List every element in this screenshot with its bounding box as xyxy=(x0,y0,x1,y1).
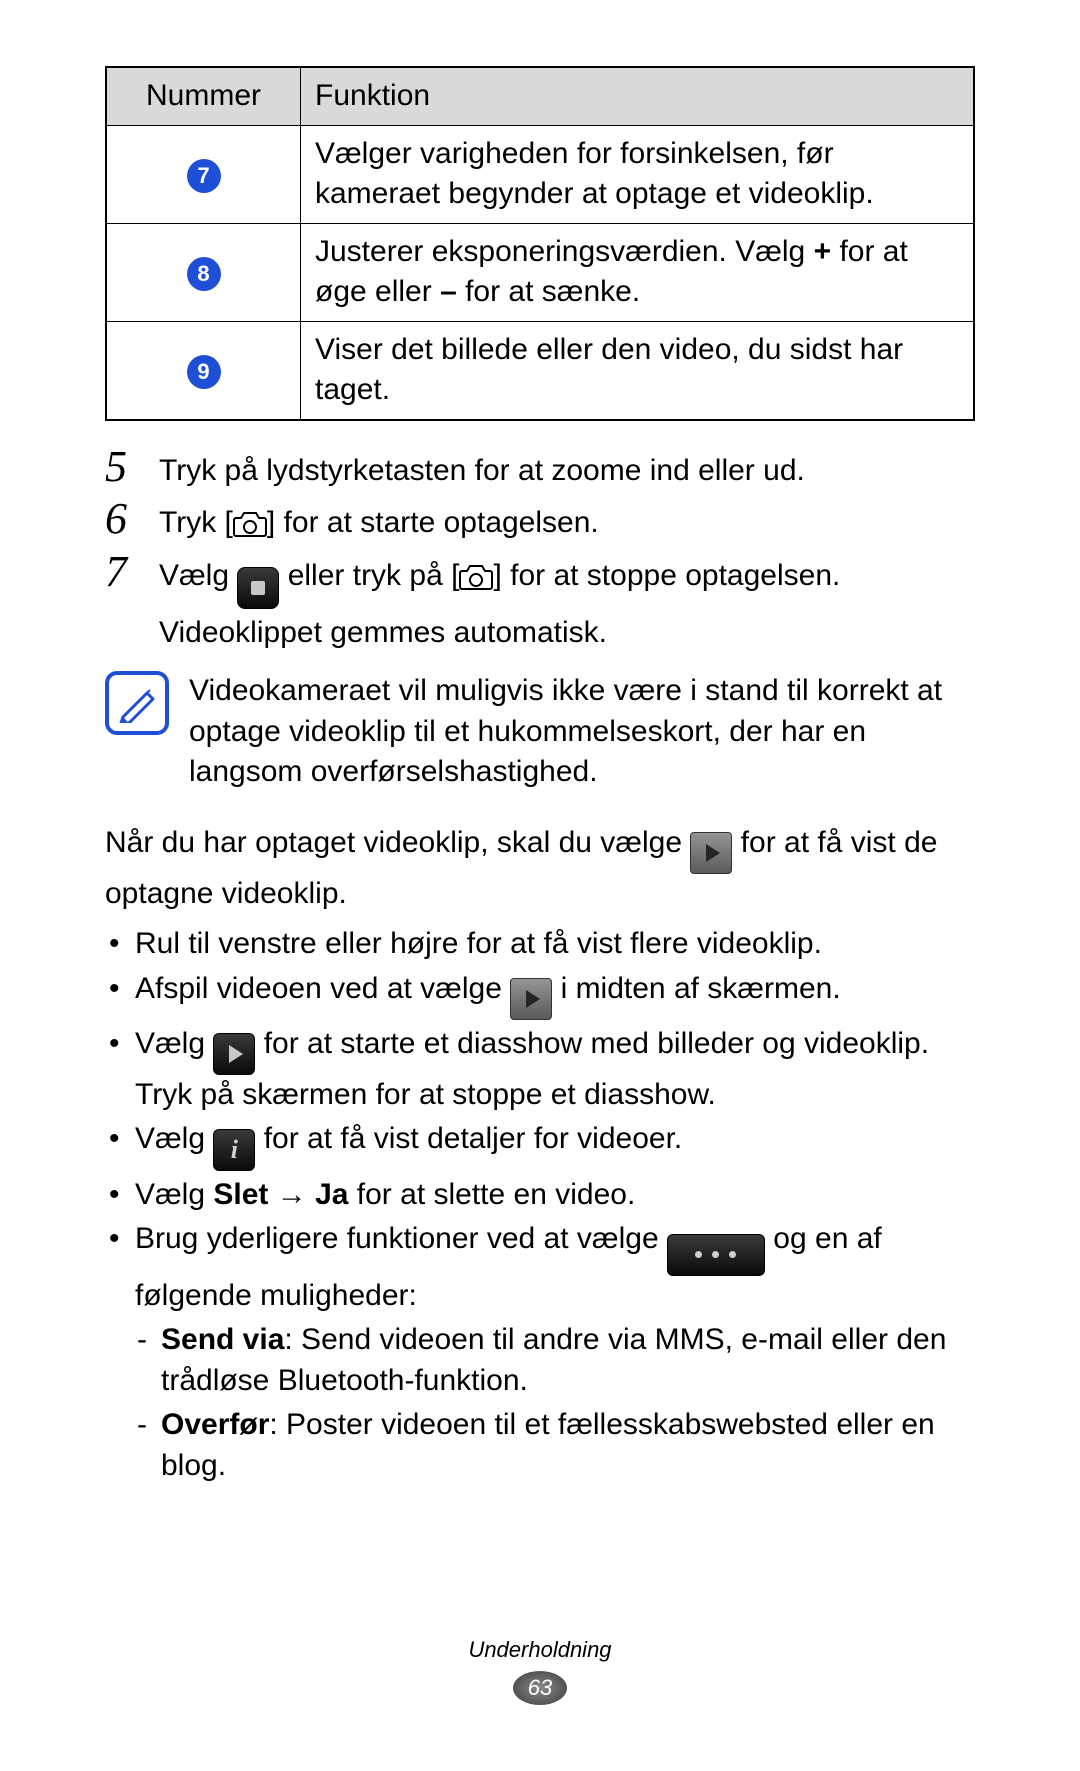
table-row: 9 Viser det billede eller den video, du … xyxy=(106,321,974,420)
text-fragment: eller tryk på [ xyxy=(279,559,459,592)
row-number-cell: 8 xyxy=(106,223,301,321)
number-badge-7: 7 xyxy=(187,159,221,193)
sub-list: Send via: Send videoen til andre via MMS… xyxy=(135,1320,975,1486)
stop-icon xyxy=(237,567,279,609)
text-fragment: Afspil videoen ved at vælge xyxy=(135,972,510,1005)
number-badge-8: 8 xyxy=(187,257,221,291)
list-item: Rul til venstre eller højre for at få vi… xyxy=(105,924,975,965)
plus-symbol: + xyxy=(814,235,832,268)
step-6: 6 Tryk [ ] for at starte optagelsen. xyxy=(105,497,975,544)
step-body: Tryk [ ] for at starte optagelsen. xyxy=(159,497,975,544)
step-number: 7 xyxy=(105,550,143,654)
info-icon: i xyxy=(213,1129,255,1171)
list-item: Vælg for at starte et diasshow med bille… xyxy=(105,1024,975,1116)
step-number: 6 xyxy=(105,497,143,544)
function-table: Nummer Funktion 7 Vælger varigheden for … xyxy=(105,66,975,421)
list-item: Brug yderligere funktioner ved at vælge … xyxy=(105,1219,975,1486)
step-list: 5 Tryk på lydstyrketasten for at zoome i… xyxy=(105,445,975,654)
table-row: 8 Justerer eksponeringsværdien. Vælg + f… xyxy=(106,223,974,321)
table-row: 7 Vælger varigheden for forsinkelsen, fø… xyxy=(106,125,974,223)
text-fragment: for at slette en video. xyxy=(348,1178,635,1211)
list-item: Vælg Slet → Ja for at slette en video. xyxy=(105,1175,975,1216)
text-fragment: Når du har optaget videoklip, skal du væ… xyxy=(105,826,690,859)
section-label: Underholdning xyxy=(0,1635,1080,1665)
row-function-cell: Vælger varigheden for forsinkelsen, før … xyxy=(301,125,975,223)
bullet-list: Rul til venstre eller højre for at få vi… xyxy=(105,924,975,1486)
text-fragment: for at få vist detaljer for videoer. xyxy=(255,1122,682,1155)
more-icon xyxy=(667,1234,765,1276)
slideshow-icon xyxy=(213,1033,255,1075)
text-fragment: Vælg xyxy=(135,1027,213,1060)
step-number: 5 xyxy=(105,445,143,492)
page-number: 63 xyxy=(513,1671,567,1705)
header-number: Nummer xyxy=(106,67,301,125)
step-continuation: Videoklippet gemmes automatisk. xyxy=(159,613,975,654)
table-header-row: Nummer Funktion xyxy=(106,67,974,125)
text-fragment: Brug yderligere funktioner ved at vælge xyxy=(135,1222,667,1255)
document-page: Nummer Funktion 7 Vælger varigheden for … xyxy=(0,0,1080,1771)
step-body: Vælg eller tryk på [ ] for at stoppe opta… xyxy=(159,550,975,654)
list-item: Afspil videoen ved at vælge i midten af … xyxy=(105,969,975,1020)
camera-icon xyxy=(233,510,267,538)
text-fragment: Tryk [ xyxy=(159,506,233,539)
row-number-cell: 9 xyxy=(106,321,301,420)
text-fragment: Rul til venstre eller højre for at få vi… xyxy=(135,927,822,960)
note-icon xyxy=(105,671,169,735)
text-fragment: ] for at starte optagelsen. xyxy=(267,506,599,539)
text-fragment: for at sænke. xyxy=(457,275,640,308)
row-function-cell: Viser det billede eller den video, du si… xyxy=(301,321,975,420)
play-thumbnail-icon xyxy=(690,832,732,874)
arrow-separator: → xyxy=(268,1178,315,1211)
text-fragment: Vælg xyxy=(135,1122,213,1155)
after-record-paragraph: Når du har optaget videoklip, skal du væ… xyxy=(105,823,975,915)
note-block: Videokameraet vil muligvis ikke være i s… xyxy=(105,671,975,793)
text-fragment: Vælg xyxy=(159,559,237,592)
text-fragment: : Poster videoen til et fællesskabswebst… xyxy=(161,1408,935,1482)
step-5: 5 Tryk på lydstyrketasten for at zoome i… xyxy=(105,445,975,492)
list-item: Send via: Send videoen til andre via MMS… xyxy=(135,1320,975,1401)
menu-label-slet: Slet xyxy=(213,1178,268,1211)
row-function-cell: Justerer eksponeringsværdien. Vælg + for… xyxy=(301,223,975,321)
step-7: 7 Vælg eller tryk på [ ] for at stoppe op… xyxy=(105,550,975,654)
text-fragment: ] for at stoppe optagelsen. xyxy=(493,559,840,592)
text-fragment: i midten af skærmen. xyxy=(552,972,840,1005)
header-function: Funktion xyxy=(301,67,975,125)
menu-label-ja: Ja xyxy=(315,1178,348,1211)
sub-label: Overfør xyxy=(161,1408,269,1441)
play-thumbnail-icon xyxy=(510,978,552,1020)
camera-icon xyxy=(459,563,493,591)
list-item: Vælg i for at få vist detaljer for video… xyxy=(105,1119,975,1171)
list-item: Overfør: Poster videoen til et fællesska… xyxy=(135,1405,975,1486)
text-fragment: Vælg xyxy=(135,1178,213,1211)
step-body: Tryk på lydstyrketasten for at zoome ind… xyxy=(159,445,975,492)
sub-label: Send via xyxy=(161,1323,284,1356)
page-footer: Underholdning 63 xyxy=(0,1635,1080,1705)
text-fragment: Justerer eksponeringsværdien. Vælg xyxy=(315,235,814,268)
minus-symbol: – xyxy=(440,275,457,308)
number-badge-9: 9 xyxy=(187,355,221,389)
note-text: Videokameraet vil muligvis ikke være i s… xyxy=(189,671,975,793)
row-number-cell: 7 xyxy=(106,125,301,223)
